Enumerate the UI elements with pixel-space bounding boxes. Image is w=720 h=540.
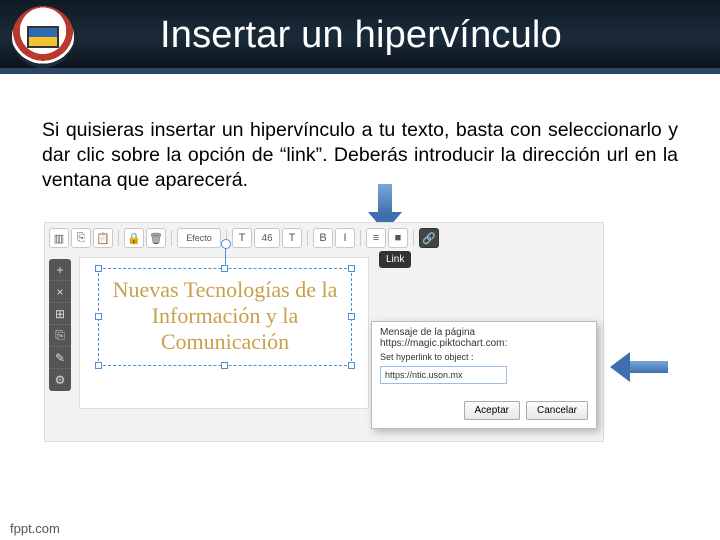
dialog-title: Mensaje de la página https://magic.pikto…	[372, 322, 596, 352]
hyperlink-dialog: Mensaje de la página https://magic.pikto…	[371, 321, 597, 429]
resize-handle[interactable]	[95, 265, 102, 272]
sidetool-close[interactable]: ×	[49, 281, 71, 303]
university-seal-logo	[12, 6, 74, 68]
sidetool-copy[interactable]: ⎘	[49, 325, 71, 347]
rotate-handle[interactable]	[225, 247, 226, 265]
sidetool-grid[interactable]: ⊞	[49, 303, 71, 325]
hyperlink-url-input[interactable]	[380, 366, 507, 384]
toolbar-separator	[413, 230, 414, 246]
lock-icon[interactable]: 🔒	[124, 228, 144, 248]
font-size-dec-icon[interactable]: T	[232, 228, 252, 248]
sidetool-gear[interactable]: ⚙	[49, 369, 71, 391]
delete-icon[interactable]: 🗑	[146, 228, 166, 248]
bold-icon[interactable]: B	[313, 228, 333, 248]
resize-handle[interactable]	[221, 362, 228, 369]
selected-text-box[interactable]: Nuevas Tecnologías de la Información y l…	[98, 268, 352, 366]
sidetool-add[interactable]: +	[49, 259, 71, 281]
body-paragraph: Si quisieras insertar un hipervínculo a …	[42, 118, 678, 193]
align-icon[interactable]: ≡	[366, 228, 386, 248]
paste-icon[interactable]: 📋	[93, 228, 113, 248]
font-size-inc-icon[interactable]: T	[282, 228, 302, 248]
effects-dropdown[interactable]: Efecto	[177, 228, 221, 248]
selected-text-content: Nuevas Tecnologías de la Información y l…	[99, 269, 351, 355]
slide-title: Insertar un hipervínculo	[160, 14, 562, 57]
resize-handle[interactable]	[348, 265, 355, 272]
italic-icon[interactable]: I	[335, 228, 355, 248]
footer-credit: fppt.com	[10, 521, 60, 536]
toolbar-separator	[118, 230, 119, 246]
copy-icon[interactable]: ⎘	[71, 228, 91, 248]
content-icon[interactable]: ▥	[49, 228, 69, 248]
arrow-left-indicator	[610, 352, 668, 382]
color-icon[interactable]: ■	[388, 228, 408, 248]
resize-handle[interactable]	[221, 265, 228, 272]
font-size-value[interactable]: 46	[254, 228, 280, 248]
resize-handle[interactable]	[95, 313, 102, 320]
resize-handle[interactable]	[348, 313, 355, 320]
slide-header: Insertar un hipervínculo	[0, 0, 720, 74]
toolbar-separator	[360, 230, 361, 246]
side-toolbar: + × ⊞ ⎘ ✎ ⚙	[49, 259, 71, 391]
editor-screenshot: ▥ ⎘ 📋 🔒 🗑 Efecto T 46 T B I ≡ ■ 🔗 Link +…	[44, 222, 604, 442]
dialog-label: Set hyperlink to object :	[372, 352, 596, 366]
resize-handle[interactable]	[95, 362, 102, 369]
toolbar-separator	[307, 230, 308, 246]
link-icon[interactable]: 🔗	[419, 228, 439, 248]
resize-handle[interactable]	[348, 362, 355, 369]
editor-toolbar: ▥ ⎘ 📋 🔒 🗑 Efecto T 46 T B I ≡ ■ 🔗	[49, 227, 439, 249]
slide: Insertar un hipervínculo Si quisieras in…	[0, 0, 720, 540]
accept-button[interactable]: Aceptar	[464, 401, 520, 420]
editor-canvas[interactable]: Nuevas Tecnologías de la Información y l…	[79, 257, 369, 409]
link-tooltip: Link	[379, 251, 411, 268]
logo-emblem	[27, 26, 59, 48]
sidetool-edit[interactable]: ✎	[49, 347, 71, 369]
cancel-button[interactable]: Cancelar	[526, 401, 588, 420]
toolbar-separator	[171, 230, 172, 246]
